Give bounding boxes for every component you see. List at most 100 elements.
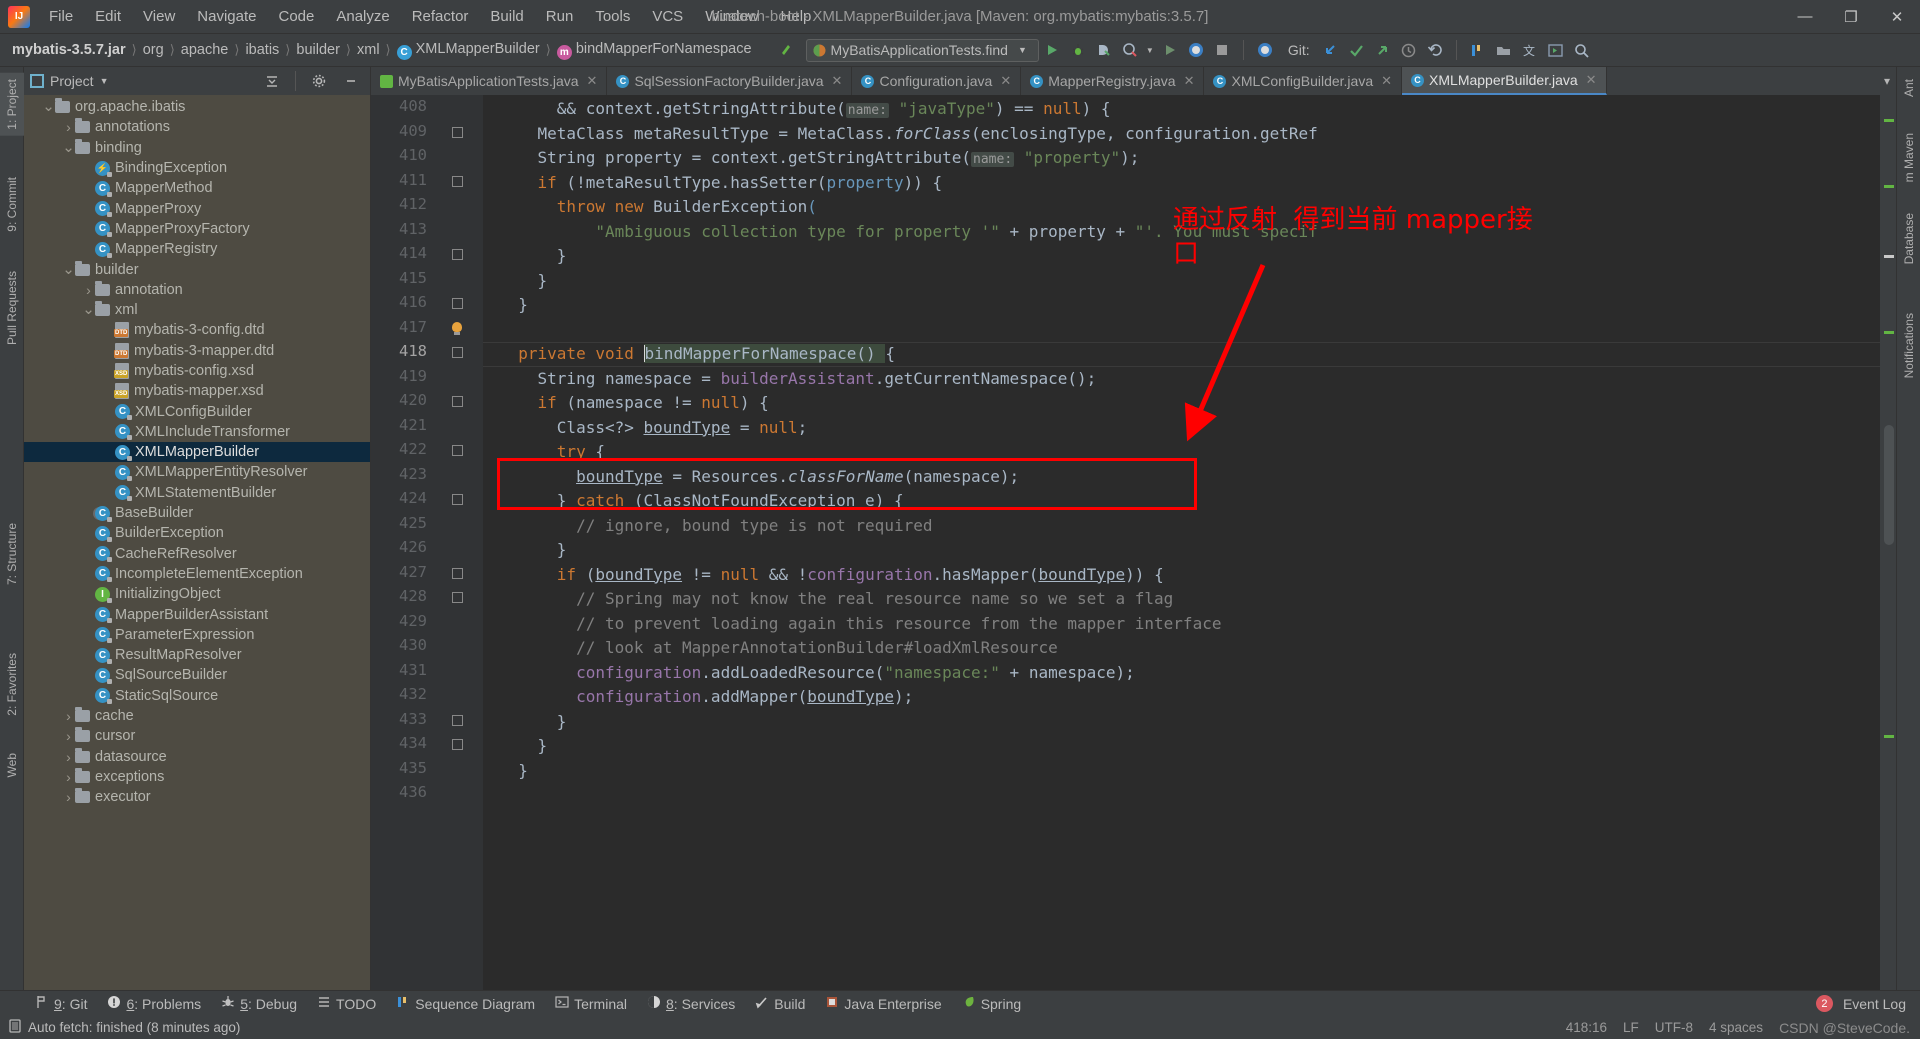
translate-icon[interactable]: 文 bbox=[1517, 37, 1543, 63]
breadcrumb-item-org[interactable]: org bbox=[139, 40, 168, 60]
code-line[interactable]: Class<?> boundType = null; bbox=[483, 416, 807, 441]
code-line[interactable]: private void bindMapperForNamespace() { bbox=[483, 342, 895, 367]
rollback-icon[interactable] bbox=[1422, 37, 1448, 63]
tool-window-button-debug[interactable]: 5: Debug bbox=[212, 992, 306, 1015]
code-fold-toggle[interactable] bbox=[452, 567, 465, 581]
code-line[interactable] bbox=[483, 783, 499, 808]
history-icon[interactable] bbox=[1396, 37, 1422, 63]
menu-edit[interactable]: Edit bbox=[84, 4, 132, 29]
tree-node[interactable]: C MapperRegistry bbox=[24, 239, 370, 259]
code-text[interactable]: && context.getStringAttribute(name: "jav… bbox=[483, 95, 1880, 990]
tree-node[interactable]: C XMLStatementBuilder bbox=[24, 483, 370, 503]
attach-debugger-icon[interactable] bbox=[1183, 37, 1209, 63]
tree-node[interactable]: › annotation bbox=[24, 280, 370, 300]
code-line[interactable]: } bbox=[483, 244, 567, 269]
run-with-coverage-icon[interactable] bbox=[1091, 37, 1117, 63]
code-fold-toggle[interactable] bbox=[452, 739, 465, 752]
tree-node[interactable]: XSD mybatis-config.xsd bbox=[24, 361, 370, 381]
code-fold-toggle[interactable] bbox=[452, 592, 465, 605]
menu-navigate[interactable]: Navigate bbox=[186, 4, 267, 29]
code-line[interactable]: // to prevent loading again this resourc… bbox=[483, 612, 1221, 637]
rail-item-web[interactable]: Web bbox=[0, 747, 24, 783]
indent-setting[interactable]: 4 spaces bbox=[1709, 1020, 1763, 1035]
code-line[interactable]: } bbox=[483, 710, 567, 735]
chevron-right-icon[interactable]: › bbox=[62, 119, 75, 135]
run-configuration-selector[interactable]: MyBatisApplicationTests.find ▼ bbox=[805, 38, 1039, 62]
rail-item-favorites[interactable]: 2: Favorites bbox=[0, 647, 24, 722]
tool-window-button-javaenterprise[interactable]: Java Enterprise bbox=[816, 992, 950, 1015]
tree-node[interactable]: DTD mybatis-3-mapper.dtd bbox=[24, 341, 370, 361]
tool-window-button-terminal[interactable]: Terminal bbox=[546, 992, 636, 1015]
editor-tab[interactable]: C XMLMapperBuilder.java ✕ bbox=[1402, 67, 1607, 95]
tree-node[interactable]: C XMLMapperBuilder bbox=[24, 442, 370, 463]
project-files-icon[interactable] bbox=[1491, 37, 1517, 63]
tool-window-button-services[interactable]: 8: Services bbox=[638, 992, 744, 1015]
collapse-all-icon[interactable] bbox=[259, 68, 285, 94]
rail-item-commit[interactable]: 9: Commit bbox=[0, 171, 24, 238]
preview-icon[interactable] bbox=[1543, 37, 1569, 63]
line-separator[interactable]: LF bbox=[1623, 1020, 1639, 1035]
tree-node[interactable]: › cursor bbox=[24, 726, 370, 746]
chevron-down-icon[interactable]: ⌄ bbox=[62, 262, 75, 277]
editor-gutter[interactable]: 408 409 410 411 412 413 414 415 416 417 418 419 420 4… bbox=[371, 95, 483, 990]
code-line[interactable]: && context.getStringAttribute(name: "jav… bbox=[483, 97, 1111, 122]
tree-node[interactable]: C MapperProxy bbox=[24, 198, 370, 218]
code-line[interactable] bbox=[483, 318, 499, 343]
chevron-right-icon[interactable]: › bbox=[62, 789, 75, 805]
code-line[interactable]: configuration.addLoadedResource("namespa… bbox=[483, 661, 1135, 686]
menu-help[interactable]: Help bbox=[770, 4, 823, 29]
tree-node[interactable]: ⌄ builder bbox=[24, 259, 370, 279]
tree-node[interactable]: C XMLMapperEntityResolver bbox=[24, 462, 370, 482]
tree-node[interactable]: › annotations bbox=[24, 117, 370, 137]
tree-node[interactable]: C MapperBuilderAssistant bbox=[24, 604, 370, 624]
search-everywhere-icon[interactable] bbox=[1569, 37, 1595, 63]
tree-node[interactable]: C BuilderException bbox=[24, 523, 370, 543]
menu-refactor[interactable]: Refactor bbox=[401, 4, 480, 29]
rail-item-pull-requests[interactable]: Pull Requests bbox=[0, 265, 24, 351]
close-icon[interactable]: ✕ bbox=[1586, 72, 1597, 88]
commit-icon[interactable] bbox=[1344, 37, 1370, 63]
code-fold-toggle[interactable] bbox=[452, 445, 465, 458]
code-line[interactable]: String property = context.getStringAttri… bbox=[483, 146, 1139, 171]
breadcrumb-item-ibatis[interactable]: ibatis bbox=[241, 40, 283, 60]
breadcrumb-item-xml[interactable]: xml bbox=[353, 40, 384, 60]
scrollbar-thumb[interactable] bbox=[1884, 425, 1894, 545]
file-encoding[interactable]: UTF-8 bbox=[1655, 1020, 1693, 1035]
code-fold-toggle[interactable] bbox=[452, 347, 465, 360]
code-fold-toggle[interactable] bbox=[452, 175, 465, 189]
close-icon[interactable]: ✕ bbox=[1184, 73, 1195, 89]
project-tree[interactable]: ⌄ org.apache.ibatis › annotations ⌄ binding ⚡ B… bbox=[24, 95, 370, 990]
code-fold-toggle[interactable] bbox=[452, 126, 465, 140]
maximize-button[interactable]: ❐ bbox=[1828, 0, 1874, 34]
menu-view[interactable]: View bbox=[132, 4, 186, 29]
rail-item-project[interactable]: 1: Project bbox=[0, 73, 24, 136]
stop-icon[interactable] bbox=[1209, 37, 1235, 63]
code-line[interactable]: // Spring may not know the real resource… bbox=[483, 587, 1173, 612]
close-icon[interactable]: ✕ bbox=[1381, 73, 1392, 89]
rerun-icon[interactable] bbox=[1157, 37, 1183, 63]
close-button[interactable]: ✕ bbox=[1874, 0, 1920, 34]
editor-tab[interactable]: C XMLConfigBuilder.java ✕ bbox=[1204, 67, 1403, 95]
chevron-down-icon[interactable]: ▾ bbox=[1884, 74, 1890, 88]
caret-position[interactable]: 418:16 bbox=[1566, 1020, 1607, 1035]
code-line[interactable]: if (boundType != null && !configuration.… bbox=[483, 563, 1164, 588]
marker-scrollbar[interactable] bbox=[1880, 95, 1896, 990]
tool-window-button-spring[interactable]: Spring bbox=[953, 992, 1030, 1015]
gear-icon[interactable] bbox=[306, 68, 332, 94]
inspect-code-icon[interactable] bbox=[1252, 37, 1278, 63]
tree-node[interactable]: C MapperMethod bbox=[24, 178, 370, 198]
tree-node[interactable]: ⌄ xml bbox=[24, 300, 370, 320]
tree-node[interactable]: ⌄ binding bbox=[24, 138, 370, 158]
debug-icon[interactable] bbox=[1065, 37, 1091, 63]
rail-item-database[interactable]: Database bbox=[1897, 207, 1920, 270]
breadcrumb-item-jar[interactable]: mybatis-3.5.7.jar bbox=[8, 40, 130, 60]
structure-icon[interactable] bbox=[1465, 37, 1491, 63]
tree-node[interactable]: I InitializingObject bbox=[24, 584, 370, 604]
chevron-down-icon[interactable]: ▼ bbox=[100, 76, 109, 86]
tool-window-button-sequencediagram[interactable]: Sequence Diagram bbox=[387, 992, 544, 1015]
menu-window[interactable]: Window bbox=[694, 4, 769, 29]
chevron-down-icon[interactable]: ⌄ bbox=[82, 302, 95, 317]
tool-window-button-todo[interactable]: TODO bbox=[308, 992, 385, 1015]
code-line[interactable]: if (!metaResultType.hasSetter(property))… bbox=[483, 171, 943, 196]
tree-node[interactable]: › datasource bbox=[24, 747, 370, 767]
